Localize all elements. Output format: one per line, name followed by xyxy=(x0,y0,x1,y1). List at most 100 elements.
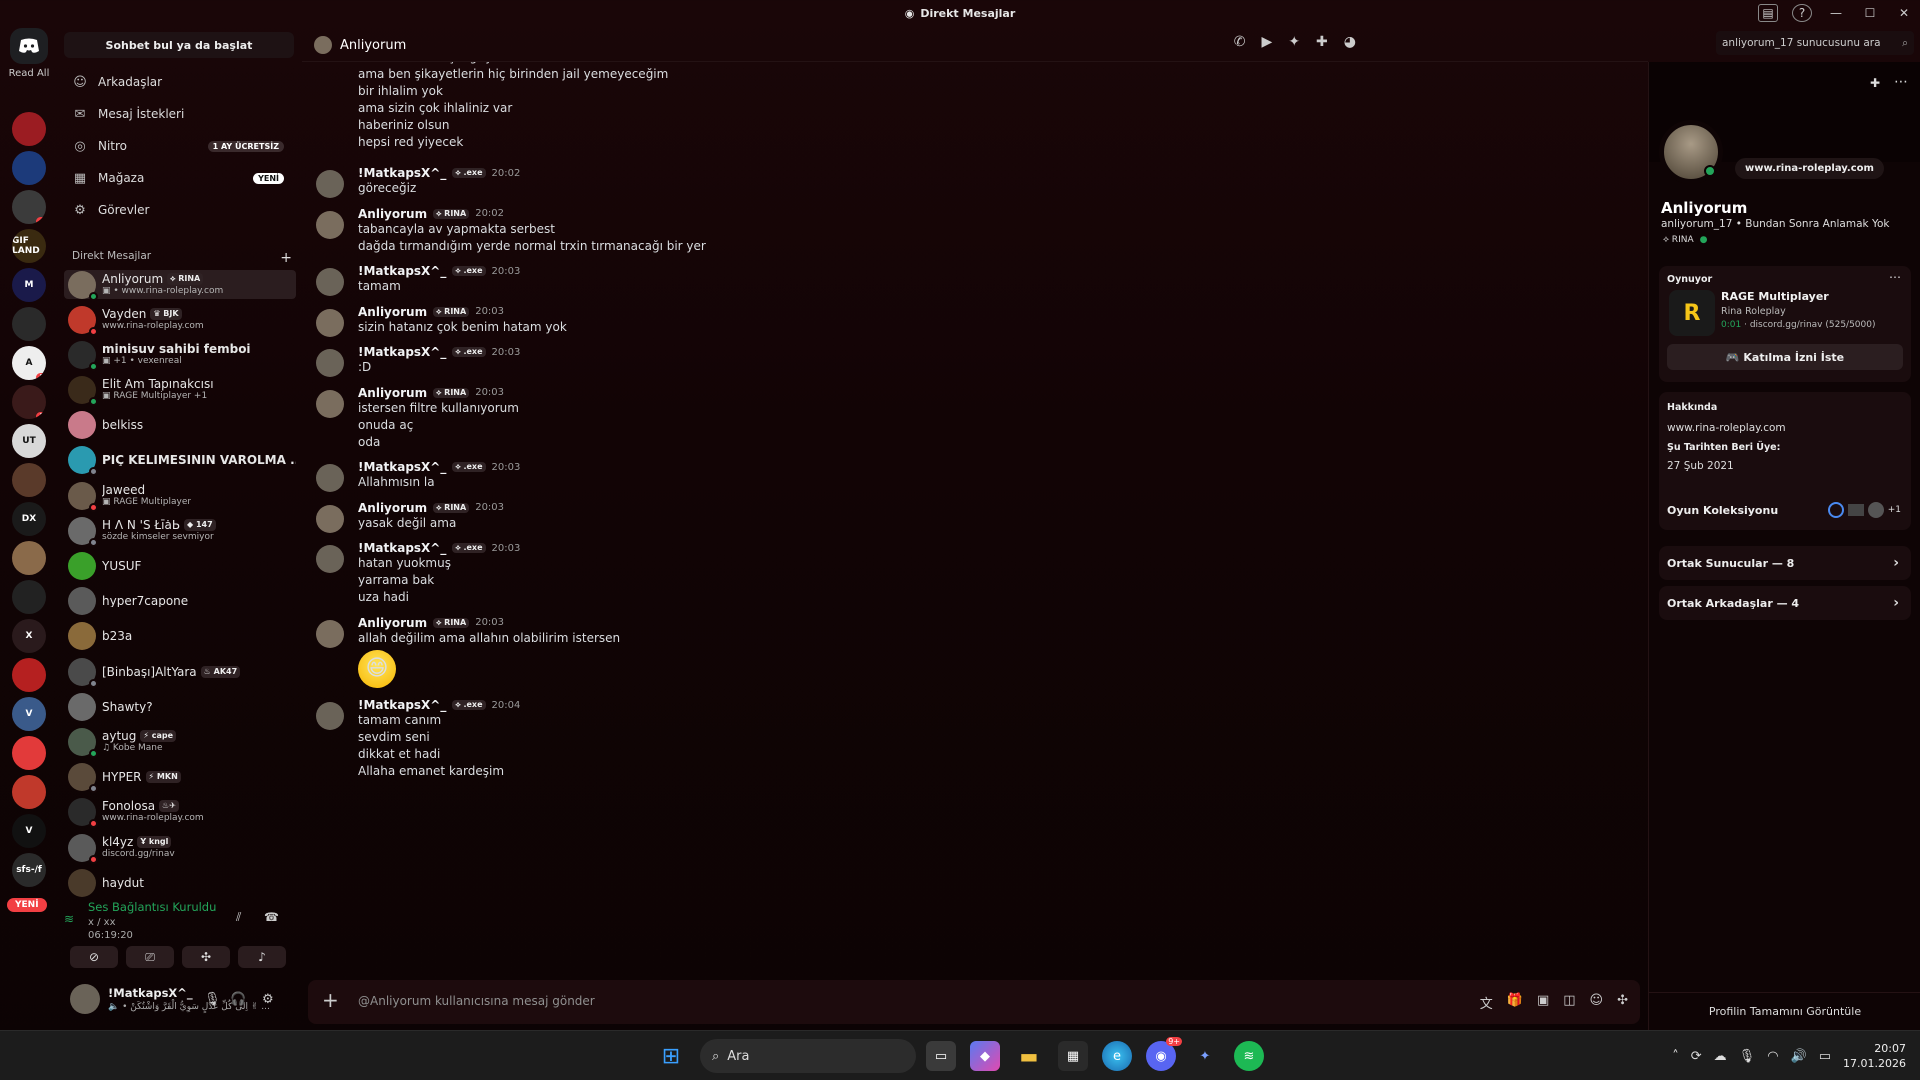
m365-icon[interactable]: ◆ xyxy=(970,1041,1000,1071)
message-avatar[interactable] xyxy=(316,545,344,573)
ask-to-join-button[interactable]: 🎮 Katılma İzni İste xyxy=(1667,344,1903,370)
guild-tag[interactable]: ⟡ .exe xyxy=(452,347,486,357)
settings-icon[interactable]: ⚙ xyxy=(262,992,274,1007)
mutual-servers-button[interactable]: Ortak Sunucular — 8 › xyxy=(1659,546,1911,580)
profile-avatar[interactable] xyxy=(1659,120,1723,184)
inbox-icon[interactable]: ▤ xyxy=(1758,4,1778,22)
server-icon[interactable]: UT xyxy=(12,424,46,458)
server-icon[interactable]: 1 xyxy=(12,385,46,419)
dm-item[interactable]: Shawty? xyxy=(64,692,296,721)
new-badge[interactable]: YENİ xyxy=(7,898,47,912)
server-icon[interactable] xyxy=(12,580,46,614)
server-icon[interactable]: V xyxy=(12,697,46,731)
about-text[interactable]: www.rina-roleplay.com xyxy=(1667,422,1786,434)
nav-item-friends[interactable]: ☺ Arkadaşlar xyxy=(64,68,294,96)
call-icon[interactable]: ✆ xyxy=(1234,34,1246,50)
add-friend-icon[interactable]: ✚ xyxy=(1870,76,1880,90)
message-avatar[interactable] xyxy=(316,349,344,377)
message-author[interactable]: !MatkapsX^_ xyxy=(358,264,446,278)
onedrive-icon[interactable]: ☁ xyxy=(1714,1049,1727,1064)
home-button[interactable] xyxy=(10,28,48,64)
message-author[interactable]: Anliyorum xyxy=(358,386,427,400)
message-composer[interactable]: + @Anliyorum kullanıcısına mesaj gönder … xyxy=(308,980,1640,1024)
wifi-icon[interactable]: ◠ xyxy=(1767,1049,1778,1064)
create-dm-button[interactable]: + xyxy=(280,250,292,266)
message-avatar[interactable] xyxy=(316,389,344,418)
app-icon[interactable]: ✦ xyxy=(1190,1041,1220,1071)
file-explorer-icon[interactable]: ▬ xyxy=(1014,1041,1044,1071)
game-icon[interactable] xyxy=(1867,502,1884,518)
message-avatar[interactable] xyxy=(316,170,344,198)
server-icon[interactable]: A2 xyxy=(12,346,46,380)
guild-tag[interactable]: ⟡ RINA xyxy=(433,306,470,317)
sync-icon[interactable]: ⟳ xyxy=(1691,1049,1702,1064)
translate-icon[interactable]: 文 xyxy=(1480,993,1493,1012)
recipient-name[interactable]: Anliyorum xyxy=(340,38,406,53)
dm-item[interactable]: b23a xyxy=(64,622,296,651)
user-avatar[interactable] xyxy=(70,984,100,1014)
dm-item[interactable]: aytug ⚡ cape ♫ Kobe Mane xyxy=(64,727,296,758)
microphone-icon[interactable]: 🎙 xyxy=(204,992,221,1007)
game-icon[interactable] xyxy=(1827,502,1844,518)
more-games-count[interactable]: +1 xyxy=(1888,505,1901,515)
guild-tag[interactable]: ⟡ RINA xyxy=(433,617,470,628)
server-icon[interactable] xyxy=(12,307,46,341)
server-icon[interactable]: 4 xyxy=(12,190,46,224)
activity-more-icon[interactable]: ⋯ xyxy=(1889,270,1901,284)
dm-item[interactable]: belkiss xyxy=(64,411,296,440)
guild-tag[interactable]: ⟡ .exe xyxy=(452,700,486,710)
server-icon[interactable]: V xyxy=(12,814,46,848)
nav-item-mail[interactable]: ✉ Mesaj İstekleri xyxy=(64,100,294,128)
guild-tag[interactable]: ⟡ RINA xyxy=(433,387,470,398)
help-icon[interactable]: ? xyxy=(1792,4,1812,22)
message-avatar[interactable] xyxy=(316,702,344,730)
dm-item[interactable]: HYPER ⚡ MKN xyxy=(64,763,296,794)
guild-tag[interactable]: ⟡ RINA xyxy=(433,208,470,219)
clock[interactable]: 20:07 17.01.2026 xyxy=(1843,1041,1906,1071)
message-author[interactable]: !MatkapsX^_ xyxy=(358,698,446,712)
dm-item[interactable]: kl4yz Ұ kngl discord.gg/rinav xyxy=(64,833,296,864)
message-author[interactable]: Anliyorum xyxy=(358,616,427,630)
dm-item[interactable]: H Λ N 'S ŁīǡЬ ◆ 147 sözde kimseler sevmiyo… xyxy=(64,516,296,547)
nav-item-nitro[interactable]: ◎ Nitro 1 AY ÜCRETSİZ xyxy=(64,132,294,160)
voice-status[interactable]: Ses Bağlantısı Kuruldu xyxy=(88,900,216,914)
dm-item[interactable]: minisuv sahibi femboi ▣ +1 • vexenreal xyxy=(64,340,296,371)
message-author[interactable]: !MatkapsX^_ xyxy=(358,345,446,359)
gift-icon[interactable]: 🎁 xyxy=(1507,993,1523,1012)
server-icon[interactable]: M xyxy=(12,268,46,302)
game-icon[interactable] xyxy=(1847,504,1864,516)
noise-suppression-icon[interactable]: ⫽ xyxy=(236,910,241,925)
server-icon[interactable] xyxy=(12,112,46,146)
dm-item[interactable]: YUSUF xyxy=(64,552,296,581)
dm-item[interactable]: Vayden ♛ BJK www.rina-roleplay.com xyxy=(64,305,296,336)
dm-item[interactable]: Elit Am Tapınakcısı ▣ RAGE Multiplayer +1 xyxy=(64,376,296,407)
message-avatar[interactable] xyxy=(316,504,344,533)
apps-icon[interactable]: ✣ xyxy=(1617,993,1628,1012)
add-friends-to-dm-icon[interactable]: ✚ xyxy=(1316,34,1328,50)
message-author[interactable]: !MatkapsX^_ xyxy=(358,541,446,555)
user-name[interactable]: !MatkapsX^_ xyxy=(108,986,193,1000)
gif-icon[interactable]: ▣ xyxy=(1537,993,1549,1012)
message-author[interactable]: Anliyorum xyxy=(358,501,427,515)
message-avatar[interactable] xyxy=(316,210,344,239)
server-icon[interactable]: sfs-/f xyxy=(12,853,46,887)
pin-icon[interactable]: ✦ xyxy=(1288,34,1300,50)
dm-item[interactable]: hyper7capone xyxy=(64,587,296,616)
server-icon[interactable] xyxy=(12,151,46,185)
server-search-input[interactable]: anliyorum_17 sunucusunu ara ⌕ xyxy=(1716,31,1914,55)
dm-item[interactable]: haydut xyxy=(64,868,296,897)
windows-start-icon[interactable]: ⊞ xyxy=(656,1041,686,1071)
message-author[interactable]: Anliyorum xyxy=(358,305,427,319)
soundboard-button[interactable]: ♪ xyxy=(238,946,286,968)
attach-icon[interactable]: + xyxy=(322,988,339,1012)
dm-item[interactable]: Fonolosa ♨✈ www.rina-roleplay.com xyxy=(64,798,296,829)
nav-item-quests[interactable]: ⚙ Görevler xyxy=(64,196,294,224)
sticker-icon[interactable]: ◫ xyxy=(1563,993,1575,1012)
guild-tag[interactable]: ⟡ .exe xyxy=(452,543,486,553)
server-icon[interactable]: DX xyxy=(12,502,46,536)
store-icon[interactable]: ▦ xyxy=(1058,1041,1088,1071)
guild-tag[interactable]: ⟡ .exe xyxy=(452,266,486,276)
dm-item[interactable]: PİÇ KELİMESİNİN VAROLMA ... xyxy=(64,446,296,477)
server-icon[interactable] xyxy=(12,736,46,770)
minimize-button[interactable]: — xyxy=(1826,6,1846,20)
